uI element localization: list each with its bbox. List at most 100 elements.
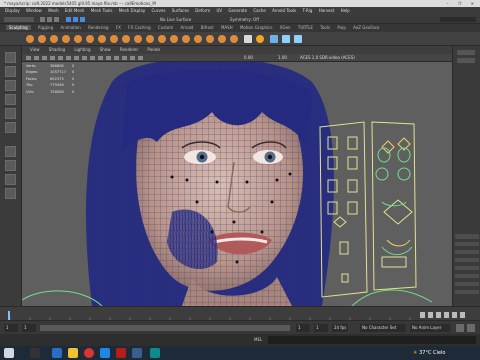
panel-menu-shading[interactable]: Shading	[49, 47, 65, 52]
auto-key-icon[interactable]	[456, 324, 464, 332]
image-plane-icon[interactable]	[50, 56, 55, 60]
rotate-tool-icon[interactable]	[5, 108, 16, 119]
maya-taskbar-icon[interactable]	[150, 348, 160, 358]
select-by-object-icon[interactable]	[73, 17, 78, 22]
ambient-occlusion-icon[interactable]	[106, 56, 111, 60]
tab-fx-caching[interactable]: FX Caching	[128, 25, 150, 30]
acrobat-icon[interactable]	[116, 348, 126, 358]
amplify-brush-icon[interactable]	[218, 35, 226, 43]
menu-cache[interactable]: Cache	[253, 8, 265, 13]
menu-mesh-tools[interactable]: Mesh Tools	[91, 8, 113, 13]
save-scene-icon[interactable]	[54, 17, 59, 22]
knife-brush-icon[interactable]	[182, 35, 190, 43]
scrape-brush-icon[interactable]	[158, 35, 166, 43]
xray-joints-icon[interactable]	[130, 56, 135, 60]
symmetry-label[interactable]: Symmetry: Off	[230, 16, 259, 23]
wireframe-icon[interactable]	[66, 56, 71, 60]
open-scene-icon[interactable]	[47, 17, 52, 22]
live-surface-label[interactable]: No Live Surface	[160, 16, 191, 23]
menu-uv[interactable]: UV	[216, 8, 222, 13]
bulge-brush-icon[interactable]	[206, 35, 214, 43]
smooth-brush-icon[interactable]	[38, 35, 46, 43]
tab-mash[interactable]: MASH	[221, 25, 233, 30]
smear-brush-icon[interactable]	[194, 35, 202, 43]
menu-surfaces[interactable]: Surfaces	[172, 8, 189, 13]
tab-tools[interactable]: Tools	[320, 25, 330, 30]
lights-icon[interactable]	[90, 56, 95, 60]
menu-window[interactable]: Window	[26, 8, 42, 13]
layer-row[interactable]	[455, 274, 479, 278]
cross-tool-icon[interactable]	[282, 35, 290, 43]
layer-row[interactable]	[455, 250, 479, 254]
tab-rendering[interactable]: Rendering	[88, 25, 108, 30]
panel-menu-show[interactable]: Show	[100, 47, 111, 52]
menu-display[interactable]: Display	[5, 8, 20, 13]
tab-motion-graphics[interactable]: Motion Graphics	[240, 25, 273, 30]
xray-icon[interactable]	[122, 56, 127, 60]
menu-edit-mesh[interactable]: Edit Mesh	[65, 8, 85, 13]
resolution-gate-icon[interactable]	[138, 56, 143, 60]
mail-icon[interactable]	[100, 348, 110, 358]
grid-toggle-icon[interactable]	[58, 56, 63, 60]
range-start-field[interactable]: 1	[22, 324, 36, 332]
menu-mesh-display[interactable]: Mesh Display	[119, 8, 146, 13]
tab-fx[interactable]: FX	[116, 25, 121, 30]
layer-editor-header[interactable]	[455, 234, 479, 239]
menu-generate[interactable]: Generate	[228, 8, 247, 13]
folder-icon[interactable]	[132, 348, 142, 358]
select-by-component-icon[interactable]	[80, 17, 85, 22]
side-by-side-layout-icon[interactable]	[5, 174, 16, 185]
windows-start-icon[interactable]	[4, 348, 14, 358]
preferences-icon[interactable]	[467, 324, 475, 332]
layer-row[interactable]	[455, 242, 479, 246]
fill-brush-icon[interactable]	[170, 35, 178, 43]
range-end-field[interactable]: 1	[296, 324, 310, 332]
paint-select-tool-icon[interactable]	[5, 80, 16, 91]
lock-camera-icon[interactable]	[34, 56, 39, 60]
start-frame-field[interactable]: 1	[4, 324, 18, 332]
mel-label[interactable]: MEL	[254, 337, 262, 343]
foamy-brush-icon[interactable]	[98, 35, 106, 43]
sculpt-brush-icon[interactable]	[26, 35, 34, 43]
menu-help[interactable]: Help	[341, 8, 350, 13]
tab-rigging[interactable]: Rigging	[38, 25, 53, 30]
tab-custom[interactable]: Custom	[158, 25, 173, 30]
imprint-brush-icon[interactable]	[134, 35, 142, 43]
exposure-field[interactable]: 0.00	[244, 54, 262, 62]
scale-tool-icon[interactable]	[5, 122, 16, 133]
panel-menu-panels[interactable]: Panels	[147, 47, 160, 52]
wax-brush-icon[interactable]	[146, 35, 154, 43]
layer-row[interactable]	[455, 290, 479, 294]
tool-shelf-icon[interactable]	[270, 35, 278, 43]
tab-pulp[interactable]: Pulp	[337, 25, 346, 30]
mask-icon[interactable]	[244, 35, 252, 43]
shadows-icon[interactable]	[98, 56, 103, 60]
flatten-brush-icon[interactable]	[86, 35, 94, 43]
relax-brush-icon[interactable]	[50, 35, 58, 43]
time-slider[interactable]	[0, 306, 480, 321]
layer-row[interactable]	[455, 282, 479, 286]
textured-icon[interactable]	[82, 56, 87, 60]
isolate-select-icon[interactable]	[114, 56, 119, 60]
move-tool-icon[interactable]	[5, 94, 16, 105]
chrome-icon[interactable]	[84, 348, 94, 358]
window-controls[interactable]: – ❐ ✕	[447, 0, 478, 7]
select-by-hierarchy-icon[interactable]	[66, 17, 71, 22]
menu-mesh[interactable]: Mesh	[48, 8, 59, 13]
smooth-shade-icon[interactable]	[74, 56, 79, 60]
channel-box-tab[interactable]	[457, 50, 475, 55]
weather-widget[interactable]: ☀ 37°C Cielo	[413, 346, 445, 360]
layer-row[interactable]	[455, 266, 479, 270]
tab-xgen[interactable]: XGen	[280, 25, 291, 30]
fps-selector[interactable]: 24 fps	[332, 324, 348, 332]
tab-arnold[interactable]: Arnold	[181, 25, 194, 30]
gamma-field[interactable]: 1.00	[278, 54, 296, 62]
end-frame-field[interactable]: 1	[314, 324, 328, 332]
select-tool-icon[interactable]	[5, 52, 16, 63]
menu-harvest[interactable]: Harvest	[319, 8, 335, 13]
menu-trig[interactable]: T-Rig	[302, 8, 312, 13]
panel-menu-lighting[interactable]: Lighting	[74, 47, 90, 52]
pinch-brush-icon[interactable]	[74, 35, 82, 43]
file-explorer-icon[interactable]	[68, 348, 78, 358]
attribute-editor-tab[interactable]	[457, 58, 475, 63]
